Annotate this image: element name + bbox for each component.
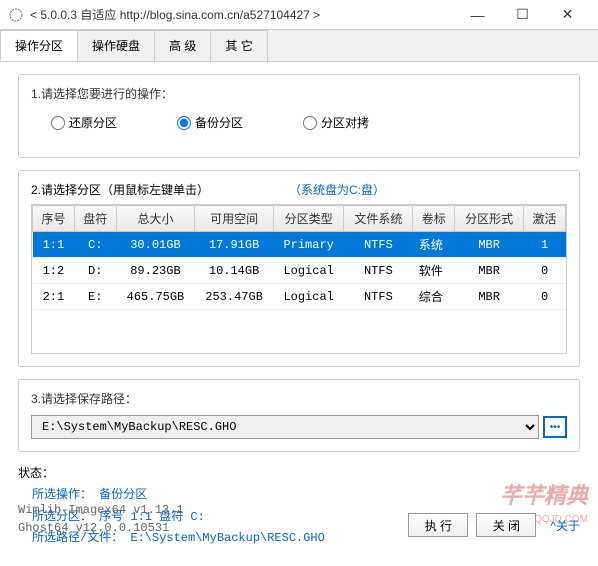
section-path: 3.请选择保存路径： E:\System\MyBackup\RESC.GHO •… [18,379,580,452]
col-free[interactable]: 可用空间 [195,206,274,232]
partition-label: 2.请选择分区（用鼠标左键单击） [31,181,209,198]
col-total[interactable]: 总大小 [116,206,195,232]
col-drive[interactable]: 盘符 [74,206,116,232]
minimize-button[interactable]: — [455,1,500,29]
system-disk-hint: （系统盘为C:盘） [289,181,385,198]
table-row[interactable]: 1:2D:89.23GB10.14GBLogicalNTFS软件MBR0 [33,258,566,284]
partition-table: 序号 盘符 总大小 可用空间 分区类型 文件系统 卷标 分区形式 激活 1:1C… [32,205,566,310]
radio-backup-input[interactable] [177,116,191,130]
col-vol[interactable]: 卷标 [413,206,455,232]
about-link[interactable]: ^关于 [550,517,580,534]
tab-bar: 操作分区 操作硬盘 高 级 其 它 [0,30,598,62]
path-label: 3.请选择保存路径： [31,390,567,407]
operation-radio-group: 还原分区 备份分区 分区对拷 [31,110,567,145]
table-row[interactable]: 1:1C:30.01GB17.91GBPrimaryNTFS系统MBR1 [33,232,566,258]
table-row[interactable]: 2:1E:465.75GB253.47GBLogicalNTFS综合MBR0 [33,284,566,310]
footer: Wimlib-Imagex64 v1.13.1 Ghost64 v12.0.0.… [18,501,580,537]
col-fs[interactable]: 文件系统 [344,206,413,232]
radio-copy[interactable]: 分区对拷 [303,114,369,131]
app-icon [8,7,24,23]
execute-button[interactable]: 执 行 [408,513,468,537]
radio-copy-input[interactable] [303,116,317,130]
col-seq[interactable]: 序号 [33,206,75,232]
tab-partition-ops[interactable]: 操作分区 [0,30,78,61]
col-pstyle[interactable]: 分区形式 [455,206,524,232]
section-partition: 2.请选择分区（用鼠标左键单击） （系统盘为C:盘） 序号 盘符 总大小 可用空… [18,170,580,367]
section-operation: 1.请选择您要进行的操作： 还原分区 备份分区 分区对拷 [18,74,580,158]
version-info: Wimlib-Imagex64 v1.13.1 Ghost64 v12.0.0.… [18,501,408,537]
radio-restore-input[interactable] [51,116,65,130]
operation-label: 1.请选择您要进行的操作： [31,85,567,102]
close-button[interactable]: 关 闭 [476,513,536,537]
maximize-button[interactable]: ☐ [500,1,545,29]
tab-other[interactable]: 其 它 [210,30,267,61]
window-title: < 5.0.0.3 自适应 http://blog.sina.com.cn/a5… [30,6,455,23]
radio-backup[interactable]: 备份分区 [177,114,243,131]
partition-table-wrap[interactable]: 序号 盘符 总大小 可用空间 分区类型 文件系统 卷标 分区形式 激活 1:1C… [31,204,567,354]
tab-disk-ops[interactable]: 操作硬盘 [77,30,155,61]
radio-restore[interactable]: 还原分区 [51,114,117,131]
content-area: 1.请选择您要进行的操作： 还原分区 备份分区 分区对拷 2.请选择分区（用鼠标… [0,62,598,566]
titlebar: < 5.0.0.3 自适应 http://blog.sina.com.cn/a5… [0,0,598,30]
browse-button[interactable]: ••• [543,416,567,438]
close-window-button[interactable]: ✕ [545,1,590,29]
path-input[interactable]: E:\System\MyBackup\RESC.GHO [31,415,539,439]
window-buttons: — ☐ ✕ [455,1,590,29]
tab-advanced[interactable]: 高 级 [154,30,211,61]
status-label: 状态： [18,464,580,481]
col-ptype[interactable]: 分区类型 [273,206,344,232]
col-active[interactable]: 激活 [524,206,566,232]
